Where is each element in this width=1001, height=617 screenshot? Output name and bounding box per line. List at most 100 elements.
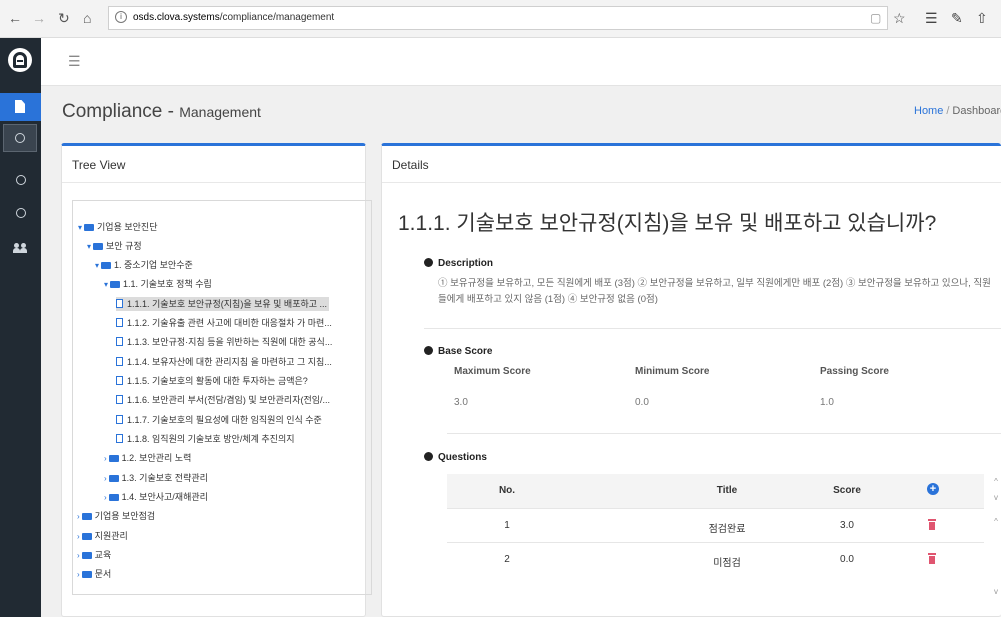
file-icon — [116, 376, 123, 385]
app-sidebar — [0, 38, 41, 617]
table-header: No. Title Score + — [447, 474, 984, 508]
bullet-icon — [424, 346, 433, 355]
column-score: Score — [833, 485, 861, 496]
caret-right-icon[interactable]: › — [104, 474, 107, 483]
circle-icon — [15, 208, 26, 218]
pen-icon[interactable]: ✎ — [951, 9, 963, 27]
tree-item-label: 지원관리 — [94, 531, 128, 541]
breadcrumb-home-link[interactable]: Home — [914, 105, 943, 117]
forward-icon[interactable]: → — [32, 9, 46, 27]
caret-right-icon[interactable]: › — [104, 454, 107, 463]
scroll-up-icon[interactable]: ^ — [990, 516, 1001, 528]
sidebar-item-documents[interactable] — [0, 93, 41, 121]
caret-down-icon[interactable]: ▾ — [95, 261, 99, 270]
tree-folder-item[interactable]: › 1.4. 보안사고/재해관리 — [104, 490, 208, 504]
add-question-icon[interactable]: + — [927, 483, 939, 495]
file-icon — [116, 395, 123, 404]
share-icon[interactable]: ⇧ — [976, 9, 988, 27]
file-icon — [116, 357, 123, 366]
folder-icon — [93, 243, 104, 250]
sidebar-item-circle-3[interactable] — [0, 199, 41, 227]
tree-file-item[interactable]: 1.1.4. 보유자산에 대한 관리지침 을 마련하고 그 지침... — [116, 355, 332, 369]
browser-toolbar: ← → ↻ ⌂ i osds.clova.systems/compliance/… — [0, 0, 1001, 38]
tree-file-item[interactable]: 1.1.1. 기술보호 보안규정(지침)을 보유 및 배포하고 ... — [116, 297, 330, 311]
tree-view: ▾ 기업용 보안진단 ▾ 보안 규정 ▾ 1. 중소기업 보안수준 ▾ 1.1. 기술보호 정… — [72, 200, 372, 595]
tree-folder-item[interactable]: ▾ 1. 중소기업 보안수준 — [95, 258, 193, 272]
max-score-header: Maximum Score — [454, 366, 531, 377]
breadcrumb-current: Dashboard v — [952, 105, 1001, 117]
caret-down-icon[interactable]: ▾ — [104, 280, 108, 289]
questions-label: Questions — [424, 452, 487, 463]
tree-item-label: 1. 중소기업 보안수준 — [114, 260, 193, 270]
circle-icon — [15, 175, 26, 185]
tree-item-label: 1.2. 보안관리 노력 — [121, 453, 192, 463]
question-heading: 1.1.1. 기술보호 보안규정(지침)을 보유 및 배포하고 있습니까? — [398, 212, 937, 235]
tree-folder-item[interactable]: › 지원관리 — [77, 529, 128, 543]
home-icon[interactable]: ⌂ — [83, 9, 91, 27]
folder-icon — [81, 571, 92, 578]
caret-right-icon[interactable]: › — [77, 570, 80, 579]
tree-file-item[interactable]: 1.1.3. 보안규정·지침 등을 위반하는 직원에 대한 공식... — [116, 335, 332, 349]
tree-folder-item[interactable]: › 문서 — [77, 567, 111, 581]
caret-right-icon[interactable]: › — [77, 532, 80, 541]
reading-view-icon[interactable]: ▢ — [870, 9, 881, 27]
favorites-list-icon[interactable]: ☰ — [925, 9, 938, 27]
sidebar-item-circle-1[interactable] — [3, 124, 37, 152]
tree-item-label: 교육 — [94, 550, 112, 560]
column-title: Title — [716, 485, 738, 496]
tree-folder-item[interactable]: › 교육 — [77, 548, 111, 562]
passing-score-header: Passing Score — [820, 366, 889, 377]
scroll-down-icon[interactable]: v — [990, 586, 1001, 598]
folder-icon — [81, 552, 92, 559]
page-title: Compliance - Management — [62, 101, 261, 122]
caret-right-icon[interactable]: › — [104, 493, 107, 502]
tree-folder-item[interactable]: ▾ 1.1. 기술보호 정책 수립 — [104, 277, 212, 291]
address-bar[interactable]: i osds.clova.systems/compliance/manageme… — [108, 6, 888, 30]
tree-item-label: 보안 규정 — [106, 241, 142, 251]
refresh-icon[interactable]: ↻ — [58, 9, 70, 27]
table-row[interactable]: 1 점검완료 3.0 — [447, 508, 984, 542]
tree-file-item[interactable]: 1.1.2. 기술유출 관련 사고에 대비한 대응절차 가 마련... — [116, 316, 332, 330]
users-icon — [13, 243, 27, 253]
caret-right-icon[interactable]: › — [77, 512, 80, 521]
description-text: ① 보유규정을 보유하고, 모든 직원에게 배포 (3점) ② 보안규정을 보유… — [438, 278, 991, 305]
sidebar-item-users[interactable] — [0, 234, 41, 262]
folder-icon — [81, 513, 92, 520]
scroll-down-icon[interactable]: v — [990, 492, 1001, 504]
delete-icon[interactable] — [928, 519, 936, 530]
back-icon[interactable]: ← — [8, 9, 22, 27]
breadcrumb: Home/Dashboard v — [914, 105, 1001, 117]
table-scrollbar[interactable]: ^ v ^ v — [990, 476, 1001, 600]
favorite-star-icon[interactable]: ☆ — [893, 9, 906, 27]
tree-folder-item[interactable]: ▾ 보안 규정 — [87, 239, 142, 253]
caret-down-icon[interactable]: ▾ — [87, 242, 91, 251]
caret-down-icon[interactable]: ▾ — [78, 223, 82, 232]
tree-view-title: Tree View — [72, 158, 126, 172]
min-score-value: 0.0 — [635, 397, 649, 408]
tree-file-item[interactable]: 1.1.5. 기술보호의 활동에 대한 투자하는 금액은? — [116, 374, 308, 388]
tree-item-label: 1.1.4. 보유자산에 대한 관리지침 을 마련하고 그 지침... — [127, 357, 332, 367]
tree-folder-item[interactable]: › 1.2. 보안관리 노력 — [104, 451, 191, 465]
tree-item-label: 1.1.6. 보안관리 부서(전담/겸임) 및 보안관리자(전임/... — [127, 395, 331, 405]
tree-item-label: 1.1. 기술보호 정책 수립 — [123, 279, 212, 289]
document-icon — [15, 100, 25, 113]
caret-right-icon[interactable]: › — [77, 551, 80, 560]
tree-item-label: 1.1.3. 보안규정·지침 등을 위반하는 직원에 대한 공식... — [127, 337, 333, 347]
delete-icon[interactable] — [928, 553, 936, 564]
table-row[interactable]: 2 미점검 0.0 — [447, 542, 984, 576]
scroll-up-icon[interactable]: ^ — [990, 476, 1001, 488]
menu-toggle-icon[interactable]: ☰ — [68, 54, 81, 68]
tree-file-item[interactable]: 1.1.8. 임직원의 기술보호 방안/체계 추진의지 — [116, 432, 295, 446]
site-info-icon[interactable]: i — [115, 11, 127, 23]
app-logo-icon[interactable] — [8, 48, 32, 72]
tree-folder-item[interactable]: ▾ 기업용 보안진단 — [78, 220, 157, 234]
url-text[interactable]: osds.clova.systems/compliance/management — [133, 12, 334, 23]
folder-icon — [101, 262, 112, 269]
tree-file-item[interactable]: 1.1.6. 보안관리 부서(전담/겸임) 및 보안관리자(전임/... — [116, 393, 330, 407]
max-score-value: 3.0 — [454, 397, 468, 408]
bullet-icon — [424, 258, 433, 267]
tree-folder-item[interactable]: › 기업용 보안점검 — [77, 509, 155, 523]
tree-folder-item[interactable]: › 1.3. 기술보호 전략관리 — [104, 471, 208, 485]
tree-file-item[interactable]: 1.1.7. 기술보호의 필요성에 대한 임직원의 인식 수준 — [116, 413, 322, 427]
sidebar-item-circle-2[interactable] — [0, 166, 41, 194]
